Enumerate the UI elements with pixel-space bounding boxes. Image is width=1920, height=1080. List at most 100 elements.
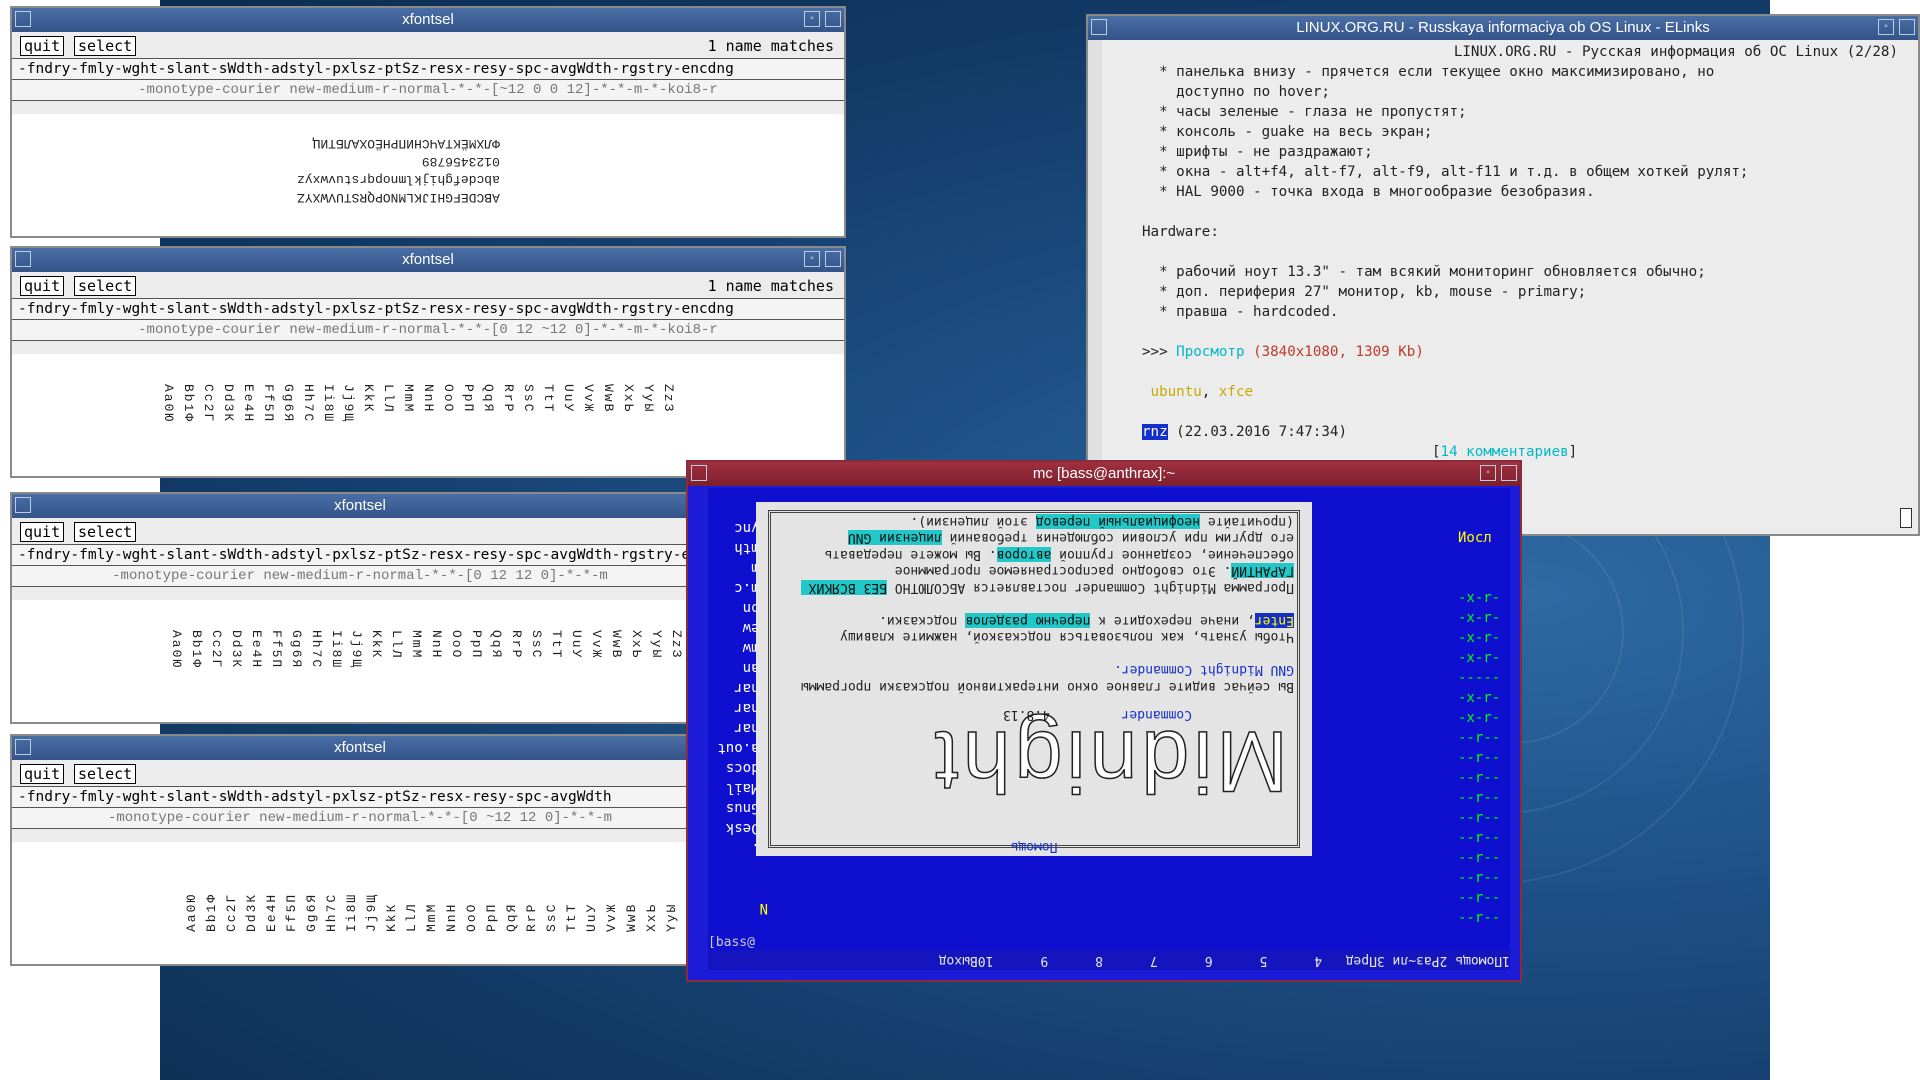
sample-text-area: Aa0Ю Bb1Ф Cc2Г Dd3К Ee4Н Ff5П Gg6Я Hh7С Ii8Ш Jj9Щ…: [12, 842, 708, 964]
xfontsel-window-1: xfontsel ◦ quit select 1 name matches -f…: [10, 6, 846, 238]
select-button[interactable]: select: [74, 522, 137, 542]
titlebar[interactable]: xfontsel ◦: [12, 248, 844, 272]
view-line: >>> Просмотр (3840x1080, 1309 Kb): [1142, 344, 1424, 360]
list-item: -x-r-: [1458, 650, 1501, 666]
list-item: * рабочий ноут 13.3" - там всякий монито…: [1142, 264, 1706, 280]
select-button[interactable]: select: [74, 276, 137, 296]
list-item: --r--: [1458, 790, 1501, 806]
titlebar[interactable]: xfontsel: [12, 494, 708, 518]
sample-column: NnН: [421, 384, 436, 414]
list-item: Hardware:: [1142, 224, 1219, 240]
list-item: [1142, 202, 1918, 222]
quit-button[interactable]: quit: [20, 522, 65, 542]
select-button[interactable]: select: [74, 764, 137, 784]
select-button[interactable]: select: [74, 36, 137, 56]
sample-column: WwВ: [609, 630, 624, 660]
titlebar[interactable]: xfontsel: [12, 736, 708, 760]
sample-column: YyЫ: [641, 384, 656, 414]
window-menu-icon[interactable]: [15, 497, 31, 513]
sample-column: MmМ: [409, 630, 424, 660]
sample-column: VvЖ: [589, 630, 604, 660]
sample-column: PpП: [469, 630, 484, 660]
field-pattern[interactable]: -fndry-fmly-wght-slant-sWdth-adstyl-pxls…: [12, 786, 708, 808]
quit-button[interactable]: quit: [20, 36, 65, 56]
tag-link[interactable]: ubuntu: [1151, 384, 1202, 400]
sample-column: Hh7С: [324, 892, 339, 932]
titlebar[interactable]: LINUX.ORG.RU - Russkaya informaciya ob O…: [1088, 16, 1918, 40]
sample-column: RrР: [509, 630, 524, 660]
list-item: --r--: [1458, 850, 1501, 866]
window-title: xfontsel: [402, 251, 454, 268]
sample-column: LlЛ: [381, 384, 396, 414]
sample-column: YyЫ: [664, 902, 679, 932]
right-panel[interactable]: Иосл -x-r- -x-r- -x-r- -x-r- ----- -x-r- -x-r-…: [1458, 488, 1510, 958]
font-name[interactable]: -monotype-courier new-medium-r-normal-*-…: [12, 80, 844, 101]
field-pattern[interactable]: -fndry-fmly-wght-slant-sWdth-adstyl-pxls…: [12, 544, 708, 566]
font-name[interactable]: -monotype-courier new-medium-r-normal-*-…: [12, 320, 844, 341]
page-header: LINUX.ORG.RU - Русская информация об ОС …: [1453, 44, 1898, 60]
list-item: --r--: [1458, 910, 1501, 926]
sample-column: LlЛ: [404, 902, 419, 932]
maximize-icon[interactable]: [1899, 19, 1915, 35]
list-item: [1142, 242, 1918, 262]
sample-column: Bb1Ф: [204, 892, 219, 932]
minimize-icon[interactable]: ◦: [1878, 19, 1894, 35]
sample-column: XxЬ: [621, 384, 636, 414]
font-name[interactable]: -monotype-courier new-medium-r-normal-*-…: [12, 808, 708, 829]
minimize-icon[interactable]: ◦: [804, 251, 820, 267]
sample-column: MmМ: [401, 384, 416, 414]
sample-column: NnН: [444, 902, 459, 932]
tags-line: ubuntu, xfce: [1150, 384, 1254, 400]
field-pattern[interactable]: -fndry-fmly-wght-slant-sWdth-adstyl-pxls…: [12, 58, 844, 80]
sample-text: ABCDEFGHIJKLMNOPQRSTUVWXYZ abcdefghijklm…: [297, 136, 500, 205]
list-item: --r--: [1458, 870, 1501, 886]
help-text: Вы сейчас видите главное окно интерактив…: [774, 513, 1294, 694]
sample-column: KkК: [369, 630, 384, 660]
list-item: * окна - alt+f4, alt-f7, alt-f9, alt-f11…: [1142, 164, 1749, 180]
sample-text-area: Aa0Ю Bb1Ф Cc2Г Dd3К Ee4Н Ff5П Gg6Я Hh7С Ii8Ш Jj9Щ…: [12, 354, 844, 476]
window-menu-icon[interactable]: [15, 11, 31, 27]
shell-prompt[interactable]: [bass@: [708, 935, 755, 950]
sample-column: WwВ: [601, 384, 616, 414]
quit-button[interactable]: quit: [20, 764, 65, 784]
sample-column: ZzЗ: [669, 630, 684, 660]
list-item: * часы зеленые - глаза не пропустят;: [1142, 104, 1467, 120]
list-item: * консоль - guake на весь экран;: [1142, 124, 1433, 140]
sample-column: TtТ: [549, 630, 564, 660]
list-item: --r--: [1458, 810, 1501, 826]
sample-column: WwВ: [624, 902, 639, 932]
tag-link[interactable]: xfce: [1219, 384, 1253, 400]
right-panel-list[interactable]: -x-r- -x-r- -x-r- -x-r- ----- -x-r- -x-r- --r--…: [1458, 588, 1510, 928]
minimize-icon[interactable]: ◦: [804, 11, 820, 27]
sample-column: Gg6Я: [304, 892, 319, 932]
list-item: доступно по hover;: [1142, 84, 1330, 100]
titlebar[interactable]: xfontsel ◦: [12, 8, 844, 32]
sample-column: QqЯ: [481, 384, 496, 414]
minimize-icon[interactable]: ◦: [1480, 465, 1496, 481]
titlebar[interactable]: mc [bass@anthrax]:~ ◦: [688, 462, 1520, 486]
list-item: -x-r-: [1458, 690, 1501, 706]
list-item: -----: [1458, 670, 1501, 686]
window-menu-icon[interactable]: [15, 739, 31, 755]
window-menu-icon[interactable]: [15, 251, 31, 267]
field-pattern[interactable]: -fndry-fmly-wght-slant-sWdth-adstyl-pxls…: [12, 298, 844, 320]
list-item: -x-r-: [1458, 590, 1501, 606]
sample-column: Cc2Г: [209, 630, 224, 670]
font-name[interactable]: -monotype-courier new-medium-r-normal-*-…: [12, 566, 708, 587]
comments-link[interactable]: 14 комментариев: [1441, 444, 1569, 460]
xfontsel-window-4: xfontsel quit select -fndry-fmly-wght-sl…: [10, 734, 710, 966]
view-link[interactable]: Просмотр: [1176, 344, 1244, 360]
window-menu-icon[interactable]: [691, 465, 707, 481]
quit-button[interactable]: quit: [20, 276, 65, 296]
match-count: 1 name matches: [707, 277, 834, 295]
sample-column: LlЛ: [389, 630, 404, 660]
maximize-icon[interactable]: [825, 251, 841, 267]
window-menu-icon[interactable]: [1091, 19, 1107, 35]
sample-column: Ff5П: [269, 630, 284, 670]
author-link[interactable]: rnz: [1142, 424, 1168, 440]
maximize-icon[interactable]: [1501, 465, 1517, 481]
function-key-bar[interactable]: 1Помощь 2Раз~ли 3Пред 4 5 6 7 8 9 10Выхо…: [708, 950, 1510, 970]
comments-line: [14 комментариев]: [1432, 444, 1578, 460]
elinks-window: LINUX.ORG.RU - Russkaya informaciya ob O…: [1086, 14, 1920, 536]
maximize-icon[interactable]: [825, 11, 841, 27]
